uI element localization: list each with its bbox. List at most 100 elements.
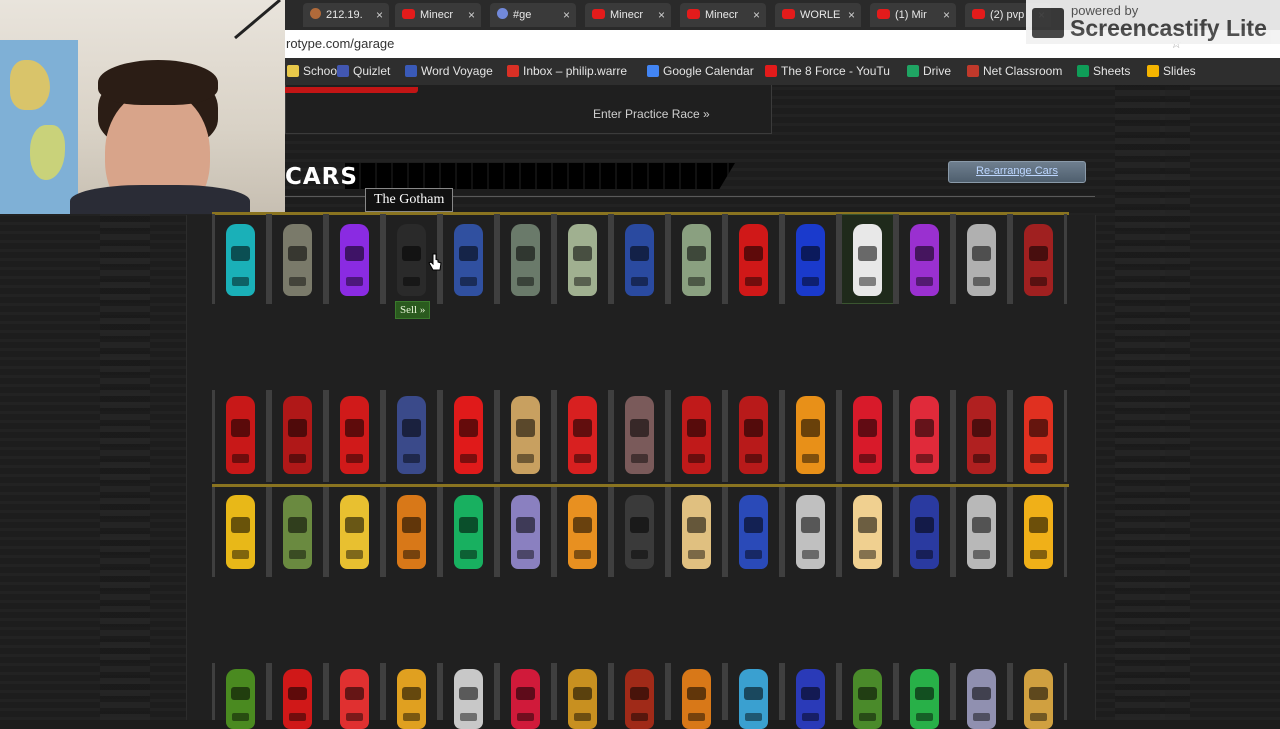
car-icon[interactable] xyxy=(454,495,483,569)
garage-slot[interactable] xyxy=(782,390,839,482)
car-icon[interactable] xyxy=(1024,495,1053,569)
car-icon[interactable] xyxy=(967,224,996,296)
garage-slot[interactable] xyxy=(782,663,839,729)
garage-slot[interactable] xyxy=(212,390,269,482)
garage-slot[interactable] xyxy=(896,487,953,577)
car-icon[interactable] xyxy=(739,495,768,569)
car-icon[interactable] xyxy=(1024,396,1053,474)
car-icon[interactable] xyxy=(340,495,369,569)
garage-slot[interactable] xyxy=(1010,487,1067,577)
garage-slot[interactable] xyxy=(212,214,269,304)
garage-slot[interactable] xyxy=(440,663,497,729)
garage-slot[interactable] xyxy=(668,487,725,577)
car-icon[interactable] xyxy=(283,669,312,729)
car-icon[interactable] xyxy=(226,669,255,729)
garage-slot[interactable] xyxy=(725,214,782,304)
garage-slot[interactable] xyxy=(554,214,611,304)
garage-slot[interactable] xyxy=(326,390,383,482)
garage-slot[interactable] xyxy=(497,214,554,304)
garage-slot[interactable] xyxy=(1010,214,1067,304)
garage-slot[interactable] xyxy=(383,487,440,577)
car-icon[interactable] xyxy=(568,396,597,474)
car-icon[interactable] xyxy=(511,224,540,296)
garage-slot[interactable] xyxy=(896,214,953,304)
car-icon[interactable] xyxy=(454,669,483,729)
car-icon[interactable] xyxy=(910,495,939,569)
car-icon[interactable] xyxy=(226,396,255,474)
car-icon[interactable] xyxy=(625,669,654,729)
car-icon[interactable] xyxy=(796,224,825,296)
garage-slot[interactable] xyxy=(497,390,554,482)
car-icon[interactable] xyxy=(682,669,711,729)
garage-slot[interactable] xyxy=(839,487,896,577)
car-icon[interactable] xyxy=(967,669,996,729)
garage-slot[interactable] xyxy=(212,663,269,729)
car-icon[interactable] xyxy=(226,224,255,296)
car-icon[interactable] xyxy=(910,224,939,296)
garage-slot[interactable] xyxy=(953,214,1010,304)
car-icon[interactable] xyxy=(454,224,483,296)
car-icon[interactable] xyxy=(340,669,369,729)
garage-slot[interactable] xyxy=(383,663,440,729)
car-icon[interactable] xyxy=(739,669,768,729)
garage-slot[interactable] xyxy=(326,663,383,729)
car-icon[interactable] xyxy=(340,396,369,474)
garage-slot[interactable] xyxy=(611,663,668,729)
car-icon[interactable] xyxy=(739,224,768,296)
garage-slot[interactable] xyxy=(839,390,896,482)
garage-slot[interactable] xyxy=(896,390,953,482)
garage-slot[interactable] xyxy=(1010,663,1067,729)
garage-slot[interactable] xyxy=(839,663,896,729)
car-icon[interactable] xyxy=(283,396,312,474)
car-icon[interactable] xyxy=(340,224,369,296)
garage-slot[interactable] xyxy=(383,390,440,482)
car-icon[interactable] xyxy=(682,396,711,474)
car-icon[interactable] xyxy=(1024,224,1053,296)
car-icon[interactable] xyxy=(568,495,597,569)
car-icon[interactable] xyxy=(682,495,711,569)
car-icon[interactable] xyxy=(625,396,654,474)
garage-slot[interactable] xyxy=(326,214,383,304)
car-icon[interactable] xyxy=(682,224,711,296)
garage-slot[interactable] xyxy=(782,214,839,304)
car-icon[interactable] xyxy=(910,669,939,729)
garage-slot[interactable] xyxy=(1010,390,1067,482)
car-icon[interactable] xyxy=(910,396,939,474)
garage-slot[interactable] xyxy=(953,487,1010,577)
garage-slot[interactable] xyxy=(668,390,725,482)
car-icon[interactable] xyxy=(625,224,654,296)
sell-button[interactable]: Sell » xyxy=(395,301,431,319)
garage-slot[interactable] xyxy=(269,214,326,304)
garage-slot[interactable] xyxy=(554,390,611,482)
car-icon[interactable] xyxy=(397,396,426,474)
car-icon[interactable] xyxy=(511,669,540,729)
garage-slot[interactable] xyxy=(953,663,1010,729)
garage-slot[interactable] xyxy=(554,663,611,729)
garage-slot[interactable] xyxy=(440,214,497,304)
garage-slot[interactable] xyxy=(611,390,668,482)
car-icon[interactable] xyxy=(454,396,483,474)
car-icon[interactable] xyxy=(967,495,996,569)
garage-slot[interactable] xyxy=(440,487,497,577)
garage-slot[interactable] xyxy=(611,214,668,304)
car-icon[interactable] xyxy=(397,224,426,296)
garage-slot[interactable] xyxy=(554,487,611,577)
garage-slot[interactable] xyxy=(212,487,269,577)
car-icon[interactable] xyxy=(853,669,882,729)
garage-slot[interactable] xyxy=(839,214,896,304)
car-icon[interactable] xyxy=(397,495,426,569)
car-icon[interactable] xyxy=(739,396,768,474)
car-icon[interactable] xyxy=(796,396,825,474)
car-icon[interactable] xyxy=(568,669,597,729)
garage-slot[interactable] xyxy=(725,390,782,482)
garage-slot[interactable] xyxy=(326,487,383,577)
garage-slot[interactable] xyxy=(497,487,554,577)
garage-slot[interactable] xyxy=(668,214,725,304)
garage-slot[interactable] xyxy=(896,663,953,729)
car-icon[interactable] xyxy=(511,495,540,569)
car-icon[interactable] xyxy=(283,224,312,296)
garage-slot[interactable] xyxy=(782,487,839,577)
garage-slot[interactable] xyxy=(725,487,782,577)
garage-slot[interactable] xyxy=(953,390,1010,482)
car-icon[interactable] xyxy=(1024,669,1053,729)
